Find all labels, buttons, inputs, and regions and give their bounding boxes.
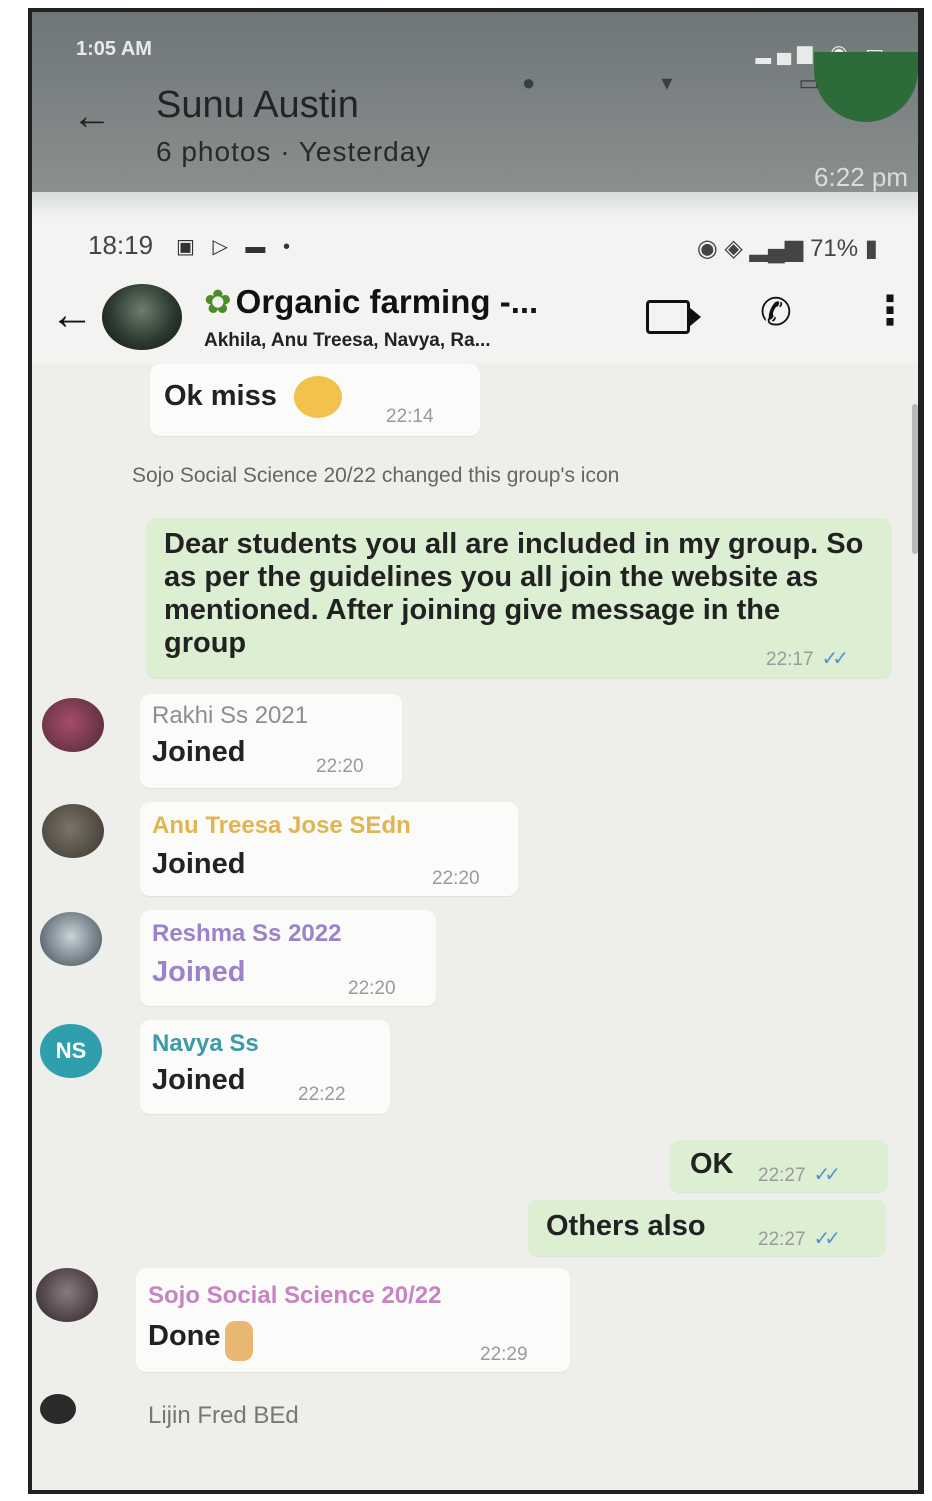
status-time: 18:19 (88, 230, 154, 260)
message-time: 22:17 ✓✓ (766, 646, 849, 671)
message-time-value: 22:27 (758, 1229, 806, 1250)
message-bubble[interactable]: Anu Treesa Jose SEdn Joined 22:20 (140, 802, 518, 896)
message-bubble-outgoing[interactable]: Dear students you all are included in my… (146, 518, 892, 678)
double-tick-icon: ✓✓ (821, 648, 849, 670)
message-time: 22:29 (480, 1344, 528, 1365)
message-time: 22:20 (432, 868, 480, 889)
message-bubble-outgoing[interactable]: OK 22:27 ✓✓ (670, 1140, 888, 1192)
message-text: Done (148, 1320, 221, 1352)
message-text: Ok miss (164, 380, 277, 412)
chat-area[interactable]: Ok miss 22:14 Sojo Social Science 20/22 … (32, 364, 918, 1490)
message-time: 22:27 ✓✓ (758, 1226, 841, 1251)
status-right: ◉ ◈ ▂▄▆ 71% ▮ (697, 234, 878, 263)
sender-name[interactable]: Rakhi Ss 2021 (152, 702, 308, 730)
outer-back-arrow-icon[interactable]: ← (72, 94, 112, 139)
outer-app-header: 1:05 AM ▂▄▆ ◉ ▭ ← Sunu Austin 6 photos ·… (32, 12, 918, 192)
message-time: 22:20 (316, 756, 364, 777)
message-text: Joined (152, 956, 246, 988)
signal-icon: ◉ ◈ ▂▄▆ (696, 235, 811, 262)
message-text: Others also (546, 1210, 706, 1242)
battery-icon: ▮ (864, 235, 878, 262)
more-options-icon[interactable]: ⋮ (870, 288, 910, 334)
message-text: Dear students you all are included in my… (164, 528, 864, 659)
outer-avatar (814, 52, 918, 122)
avatar-initials[interactable]: NS (40, 1024, 102, 1078)
message-time-value: 22:17 (766, 649, 814, 670)
group-avatar[interactable] (102, 284, 182, 350)
sender-name[interactable]: Reshma Ss 2022 (152, 920, 341, 948)
voice-call-icon[interactable]: ✆ (760, 290, 792, 335)
message-text: Joined (152, 1064, 246, 1096)
sender-name[interactable]: Lijin Fred BEd (148, 1402, 299, 1430)
message-bubble[interactable]: Sojo Social Science 20/22 Done 22:29 (136, 1268, 570, 1372)
message-time: 22:27 ✓✓ (758, 1162, 841, 1187)
message-bubble[interactable]: Reshma Ss 2022 Joined 22:20 (140, 910, 436, 1006)
grin-emoji-icon (294, 376, 342, 418)
message-time: 22:22 (298, 1084, 346, 1105)
group-name: Organic farming -... (235, 283, 539, 320)
message-content: Done (148, 1320, 253, 1361)
outer-time-right: 6:22 pm (814, 162, 908, 192)
video-call-icon[interactable] (646, 300, 701, 334)
double-tick-icon: ✓✓ (813, 1164, 841, 1186)
sender-name[interactable]: Sojo Social Science 20/22 (148, 1282, 441, 1310)
system-message: Sojo Social Science 20/22 changed this g… (132, 464, 620, 487)
outer-contact-name: Sunu Austin (156, 84, 359, 126)
avatar[interactable] (40, 1394, 76, 1424)
status-bar: 18:19 ▣ ▷ ▬ • ◉ ◈ ▂▄▆ 71% ▮ (32, 224, 918, 270)
message-bubble-outgoing[interactable]: Others also 22:27 ✓✓ (528, 1200, 886, 1256)
message-text: Joined (152, 736, 246, 768)
message-bubble[interactable]: Ok miss 22:14 (150, 364, 480, 436)
sprout-icon: ✿ (204, 283, 232, 320)
avatar[interactable] (36, 1268, 98, 1322)
battery-percent: 71% (810, 235, 859, 262)
scrollbar[interactable] (912, 404, 918, 554)
group-title[interactable]: ✿ Organic farming -... (204, 282, 538, 321)
sender-name[interactable]: Anu Treesa Jose SEdn (152, 812, 411, 840)
notification-icons: ▣ ▷ ▬ • (176, 236, 296, 258)
back-arrow-icon[interactable]: ← (50, 290, 94, 340)
outer-fade (32, 192, 918, 218)
message-text: OK (690, 1148, 734, 1180)
outer-status-time: 1:05 AM (76, 38, 152, 60)
double-tick-icon: ✓✓ (813, 1228, 841, 1250)
group-members[interactable]: Akhila, Anu Treesa, Navya, Ra... (204, 330, 491, 352)
message-bubble[interactable]: Rakhi Ss 2021 Joined 22:20 (140, 694, 402, 788)
message-time: 22:14 (386, 406, 434, 427)
avatar[interactable] (42, 698, 104, 752)
chat-header: ← ✿ Organic farming -... Akhila, Anu Tree… (32, 274, 918, 364)
avatar[interactable] (42, 804, 104, 858)
message-bubble[interactable]: Navya Ss Joined 22:22 (140, 1020, 390, 1114)
message-text: Joined (152, 848, 246, 880)
victory-hand-emoji-icon (224, 1320, 253, 1361)
sender-name[interactable]: Navya Ss (152, 1030, 259, 1058)
outer-subtitle: 6 photos · Yesterday (156, 136, 432, 167)
message-time-value: 22:27 (758, 1165, 806, 1186)
avatar[interactable] (40, 912, 102, 966)
message-time: 22:20 (348, 978, 396, 999)
screenshot-frame: 1:05 AM ▂▄▆ ◉ ▭ ← Sunu Austin 6 photos ·… (28, 8, 924, 1494)
